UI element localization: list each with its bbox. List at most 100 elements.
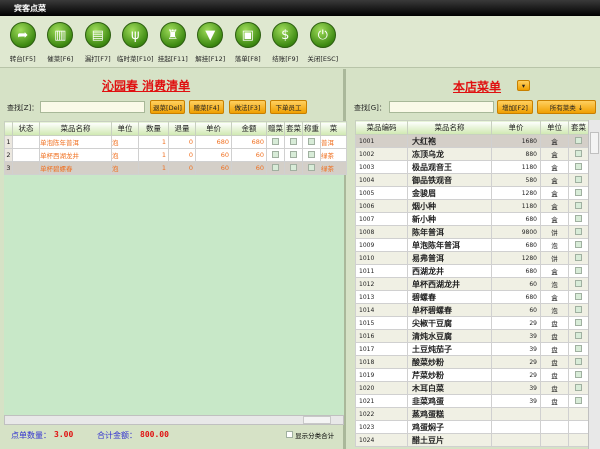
- menu-column-header[interactable]: 套菜: [568, 120, 589, 135]
- set-checkbox[interactable]: [290, 137, 297, 145]
- menu-row[interactable]: 1019 芹菜炒粉 29 盘: [355, 368, 589, 382]
- menu-row[interactable]: 1010 易弗普洱 1280 饼: [355, 251, 589, 265]
- price-cell: 39: [491, 381, 541, 395]
- unit-cell: 盒: [540, 160, 569, 174]
- unit-cell: 盘: [540, 316, 569, 330]
- dish-name-cell: 鸡蛋焖子: [407, 420, 492, 434]
- set-checkbox[interactable]: [575, 266, 582, 274]
- gift-dish-button[interactable]: 赠菜[F4]: [189, 100, 224, 114]
- gift-checkbox[interactable]: [272, 137, 279, 145]
- toolbar-button-6[interactable]: ▣ 落单[F8]: [229, 22, 267, 67]
- toolbar-button-2[interactable]: ▤ 漏打[F7]: [79, 22, 117, 67]
- set-checkbox[interactable]: [575, 240, 582, 248]
- menu-row[interactable]: 1004 御品铁观音 580 盒: [355, 173, 589, 187]
- menu-row[interactable]: 1014 单杯碧螺春 60 泡: [355, 303, 589, 317]
- toolbar-button-1[interactable]: ▥ 催菜[F6]: [42, 22, 80, 67]
- menu-row[interactable]: 1022 蒸鸡蛋糕: [355, 407, 589, 421]
- menu-row[interactable]: 1018 酸菜炒粉 29 盘: [355, 355, 589, 369]
- menu-row[interactable]: 1008 陈年普洱 9800 饼: [355, 225, 589, 239]
- set-checkbox[interactable]: [575, 214, 582, 222]
- set-checkbox[interactable]: [575, 149, 582, 157]
- unit-cell: 盘: [540, 368, 569, 382]
- gift-checkbox[interactable]: [272, 163, 279, 171]
- menu-dropdown-button[interactable]: ▾: [517, 80, 530, 91]
- order-column-header[interactable]: 菜品名称: [39, 121, 112, 136]
- menu-row[interactable]: 1009 单泡陈年普洱 680 泡: [355, 238, 589, 252]
- order-column-header[interactable]: 赠菜: [266, 121, 285, 136]
- toolbar-button-8[interactable]: ⏻ 关闭[ESC]: [304, 22, 342, 67]
- menu-row[interactable]: 1011 西湖龙井 680 盒: [355, 264, 589, 278]
- menu-column-header[interactable]: 菜品名称: [407, 120, 492, 135]
- menu-row[interactable]: 1007 新小种 680 盒: [355, 212, 589, 226]
- order-row[interactable]: 2 单杯西湖龙井泡 1 0 60 60 绿茶: [4, 148, 347, 162]
- menu-vertical-scrollbar[interactable]: [588, 120, 600, 449]
- menu-column-header[interactable]: 菜品编码: [355, 120, 408, 135]
- order-column-header[interactable]: 称重: [302, 121, 321, 136]
- menu-row[interactable]: 1001 大红袍 1680 盒: [355, 134, 589, 148]
- toolbar-button-4[interactable]: ♜ 挂起[F11]: [154, 22, 192, 67]
- order-staff-button[interactable]: 下单员工: [270, 100, 307, 114]
- menu-row[interactable]: 1023 鸡蛋焖子: [355, 420, 589, 434]
- toolbar-button-7[interactable]: $ 结账[F9]: [267, 22, 305, 67]
- menu-row[interactable]: 1006 烟小种 1180 盒: [355, 199, 589, 213]
- weigh-checkbox[interactable]: [308, 137, 315, 145]
- set-checkbox[interactable]: [575, 383, 582, 391]
- menu-row[interactable]: 1013 碧螺春 680 盒: [355, 290, 589, 304]
- menu-search-input[interactable]: [389, 101, 494, 113]
- set-checkbox[interactable]: [575, 201, 582, 209]
- order-horizontal-scrollbar[interactable]: [4, 415, 344, 425]
- menu-row[interactable]: 1024 醋土豆片: [355, 433, 589, 447]
- set-checkbox[interactable]: [575, 162, 582, 170]
- menu-row[interactable]: 1003 极品观音王 1180 盒: [355, 160, 589, 174]
- order-column-header[interactable]: 套菜: [284, 121, 303, 136]
- order-column-header[interactable]: 数量: [138, 121, 169, 136]
- menu-column-header[interactable]: 单位: [540, 120, 569, 135]
- order-column-header[interactable]: 退量: [168, 121, 196, 136]
- set-checkbox[interactable]: [575, 370, 582, 378]
- set-checkbox[interactable]: [575, 279, 582, 287]
- set-checkbox[interactable]: [575, 344, 582, 352]
- return-dish-button[interactable]: 退菜[Del]: [150, 100, 185, 114]
- order-column-header[interactable]: 菜: [320, 121, 347, 136]
- set-checkbox[interactable]: [575, 175, 582, 183]
- order-search-input[interactable]: [40, 101, 145, 113]
- set-checkbox[interactable]: [290, 150, 297, 158]
- set-checkbox[interactable]: [575, 292, 582, 300]
- toolbar-button-0[interactable]: ➦ 转台[F5]: [4, 22, 42, 67]
- show-category-checkbox[interactable]: 显示分类合计: [286, 430, 334, 440]
- set-checkbox[interactable]: [290, 163, 297, 171]
- set-checkbox[interactable]: [575, 253, 582, 261]
- set-checkbox[interactable]: [575, 136, 582, 144]
- weigh-checkbox[interactable]: [308, 163, 315, 171]
- set-checkbox[interactable]: [575, 188, 582, 196]
- method-button[interactable]: 做法[F3]: [229, 100, 266, 114]
- menu-row[interactable]: 1012 单杯西湖龙井 60 泡: [355, 277, 589, 291]
- menu-column-header[interactable]: 单价: [491, 120, 541, 135]
- order-column-header[interactable]: 单价: [195, 121, 232, 136]
- menu-row[interactable]: 1017 土豆炖茄子 39 盘: [355, 342, 589, 356]
- menu-row[interactable]: 1016 清炖水豆腐 39 盘: [355, 329, 589, 343]
- add-dish-button[interactable]: 增加[F2]: [497, 100, 533, 114]
- menu-row[interactable]: 1020 木耳白菜 39 盘: [355, 381, 589, 395]
- set-checkbox[interactable]: [575, 305, 582, 313]
- gift-checkbox[interactable]: [272, 150, 279, 158]
- weigh-checkbox[interactable]: [308, 150, 315, 158]
- toolbar-button-5[interactable]: ▼ 解挂[F12]: [192, 22, 230, 67]
- menu-row[interactable]: 1015 尖椒干豆腐 29 盘: [355, 316, 589, 330]
- order-column-header[interactable]: [4, 121, 13, 136]
- order-column-header[interactable]: 状态: [12, 121, 40, 136]
- menu-row[interactable]: 1002 冻顶乌龙 880 盒: [355, 147, 589, 161]
- menu-row[interactable]: 1021 韭菜鸡蛋 39 盘: [355, 394, 589, 408]
- toolbar-button-3[interactable]: ψ 临时菜[F10]: [117, 22, 155, 67]
- all-categories-button[interactable]: 所有菜类 ↓: [537, 100, 596, 114]
- set-checkbox[interactable]: [575, 318, 582, 326]
- set-checkbox[interactable]: [575, 331, 582, 339]
- set-checkbox[interactable]: [575, 357, 582, 365]
- order-row[interactable]: 1 单泡陈年普洱泡 1 0 680 680 普洱: [4, 135, 347, 149]
- order-row[interactable]: 3 单杯碧螺春泡 1 0 60 60 绿茶: [4, 161, 347, 175]
- set-checkbox[interactable]: [575, 396, 582, 404]
- menu-row[interactable]: 1005 金骏眉 1280 盒: [355, 186, 589, 200]
- order-column-header[interactable]: 单位: [111, 121, 139, 136]
- order-column-header[interactable]: 金额: [231, 121, 267, 136]
- set-checkbox[interactable]: [575, 227, 582, 235]
